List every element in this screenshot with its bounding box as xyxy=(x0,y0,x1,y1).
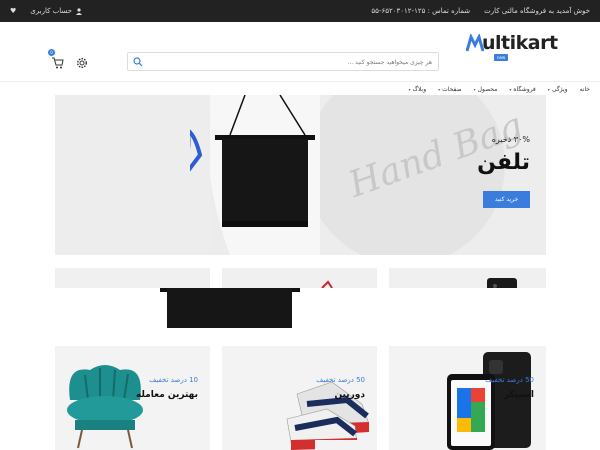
discount-label: 10 درصد تخفیف xyxy=(149,376,198,384)
nav-item-blog[interactable]: وبلاگ ▾ xyxy=(409,82,427,96)
chevron-down-icon: ▾ xyxy=(547,86,550,92)
heart-icon: ♥ xyxy=(10,7,17,15)
hero-title: تلفن xyxy=(477,150,530,175)
topbar-info: خوش آمدید به فروشگاه مالتی کارت شماره تم… xyxy=(371,7,590,15)
chevron-down-icon: ▾ xyxy=(408,86,411,92)
welcome-text: خوش آمدید به فروشگاه مالتی کارت xyxy=(484,7,590,15)
phone-image xyxy=(447,352,531,450)
cart-count-badge: 0 xyxy=(48,49,55,56)
hero-text-block: ۳۰% ذخیره تلفن خرید کنید xyxy=(410,135,530,208)
discount-label: 50 درصد تخفیف xyxy=(316,376,365,384)
product-card-text: 50 درصد تخفیف اسپیکر xyxy=(485,376,534,400)
topbar-links: حساب کاربری ♥ xyxy=(10,7,82,15)
product-card[interactable]: 50 درصد تخفیف اسپیکر xyxy=(389,346,546,450)
product-name: دوربین xyxy=(334,390,365,400)
hero-banner: Hand Bag ۳۰% ذخیره تلفن خرید کنید xyxy=(55,95,546,255)
chevron-down-icon: ▾ xyxy=(438,86,441,92)
cart-button[interactable]: 0 xyxy=(48,49,64,69)
account-label: حساب کاربری xyxy=(30,7,72,15)
product-card-text: 50 درصد تخفیف دوربین xyxy=(316,376,365,400)
nav-item-home[interactable]: خانه xyxy=(580,82,590,96)
site-header: ultikart new 0 خانه ویژگی▾ فروشگاه▾ محصو xyxy=(0,22,600,93)
hero-save-text: ۳۰% ذخیره xyxy=(491,135,530,144)
nav-item-product[interactable]: محصول ▾ xyxy=(474,82,498,96)
header-icons: 0 xyxy=(48,49,88,69)
search-icon[interactable] xyxy=(133,57,143,67)
gear-icon xyxy=(76,57,88,69)
bag-image xyxy=(167,288,292,328)
product-card[interactable]: 10 درصد تخفیف بهترین معامله xyxy=(55,346,210,450)
search-input[interactable] xyxy=(152,56,432,68)
product-name: بهترین معامله xyxy=(136,390,198,400)
nav-label: خانه xyxy=(579,85,590,93)
product-card[interactable]: 50 درصد تخفیف دوربین xyxy=(222,346,377,450)
settings-button[interactable] xyxy=(76,54,88,69)
nav-item-shop[interactable]: فروشگاه ▾ xyxy=(509,82,535,96)
user-icon xyxy=(75,7,82,15)
nav-label: ویژگی xyxy=(551,85,568,93)
cart-icon xyxy=(52,57,64,69)
logo-text: ultikart xyxy=(482,32,558,54)
product-name: اسپیکر xyxy=(503,390,534,400)
logo-badge: new xyxy=(494,54,509,61)
nav-label: وبلاگ xyxy=(412,85,427,93)
product-card-text: 10 درصد تخفیف بهترین معامله xyxy=(136,376,198,400)
nav-item-pages[interactable]: صفحات ▾ xyxy=(438,82,462,96)
chevron-down-icon: ▾ xyxy=(509,86,512,92)
discount-label: 50 درصد تخفیف xyxy=(485,376,534,384)
nav-label: فروشگاه xyxy=(513,85,536,93)
banner-overlay-strip xyxy=(55,288,546,328)
search-bar xyxy=(127,52,439,71)
armchair-image xyxy=(67,365,143,449)
bottom-section-edge xyxy=(315,440,375,450)
account-link[interactable]: حساب کاربری xyxy=(30,7,82,15)
nav-item-features[interactable]: ویژگی ▾ xyxy=(548,82,568,96)
main-nav: خانه ویژگی ▾ فروشگاه ▾ محصول ▾ صفحات ▾ وبلاگ… xyxy=(0,82,600,96)
top-bar: خوش آمدید به فروشگاه مالتی کارت شماره تم… xyxy=(0,0,600,22)
nav-label: محصول xyxy=(477,85,498,93)
nav-label: صفحات xyxy=(442,85,462,93)
hero-product-image xyxy=(190,95,320,255)
buy-now-button[interactable]: خرید کنید xyxy=(483,191,530,208)
phone-text: شماره تماس : ۱۲۵-۶۵۲۰۳۰۱۲-۵۵ xyxy=(371,7,471,15)
logo[interactable]: ultikart new xyxy=(466,32,558,62)
chevron-down-icon: ▾ xyxy=(473,86,476,92)
wishlist-link[interactable]: ♥ xyxy=(10,7,16,15)
